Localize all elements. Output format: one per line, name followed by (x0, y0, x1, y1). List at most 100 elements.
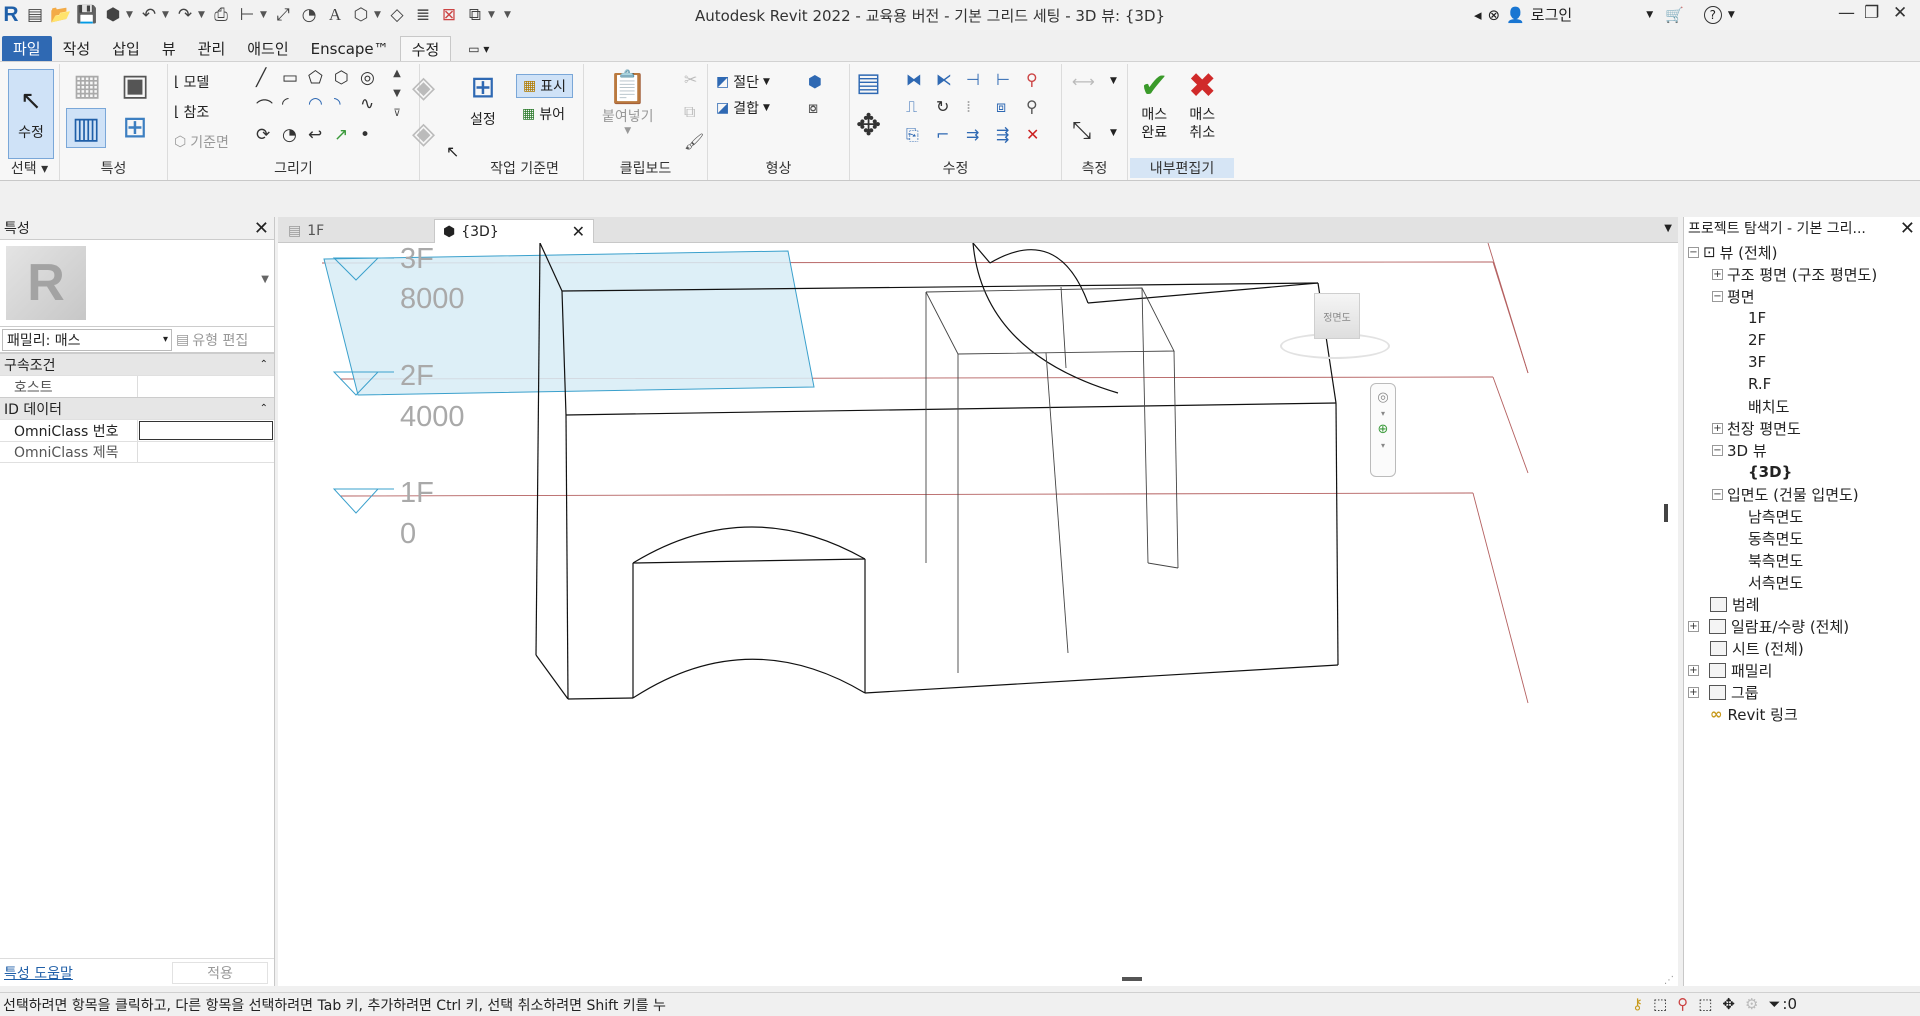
model-text-icon[interactable]: ◈ (412, 70, 435, 105)
delete-icon[interactable]: ✕ (1026, 125, 1052, 145)
binoculars-icon[interactable]: ⊗ (1488, 6, 1501, 24)
filter-icon[interactable]: ⏷ (1768, 995, 1780, 1013)
reference-button[interactable]: ⌊ 참조 (174, 102, 209, 122)
line-tool-icon[interactable]: ╱ (256, 68, 278, 88)
properties-close-icon[interactable]: ✕ (254, 218, 269, 239)
properties-help-link[interactable]: 특성 도움말 (4, 963, 73, 983)
level-3f-name[interactable]: 3F (400, 243, 434, 275)
close-hidden-windows-icon[interactable]: ⊠ (436, 3, 462, 27)
tangent-arc-icon[interactable]: ◠ (308, 94, 330, 119)
level-1f-elevation[interactable]: 0 (400, 518, 416, 550)
trim-extend-single-icon[interactable]: ⇉ (966, 125, 992, 145)
collapse-icon[interactable]: − (1712, 444, 1723, 456)
tab-insert[interactable]: 삽입 (101, 36, 151, 61)
draw-gallery-expand-icon[interactable]: ⊽ (393, 108, 400, 119)
tree-item-plan-1f[interactable]: 1F (1684, 307, 1920, 329)
measure-qat-icon[interactable]: ⊢ (234, 3, 260, 27)
tree-item-3d-default[interactable]: {3D} (1684, 461, 1920, 483)
undo-icon[interactable]: ↶ (136, 3, 162, 27)
measure-dropdown-icon[interactable]: ▼ (1110, 76, 1117, 86)
tree-node-sheets[interactable]: 시트 (전체) (1684, 637, 1920, 659)
mirror-draw-icon[interactable]: ⧔ (936, 70, 962, 89)
pick-lines-icon[interactable]: ↩ (308, 125, 330, 145)
drag-elements-icon[interactable]: ✥ (1722, 995, 1735, 1013)
rotate-icon[interactable]: ↻ (936, 97, 962, 117)
mirror-axis-icon[interactable]: ⧓ (906, 70, 932, 89)
tag-icon[interactable]: ◔ (296, 3, 322, 27)
measure-dropdown[interactable]: ▼ (260, 3, 270, 27)
open-icon[interactable]: 📂 (48, 3, 74, 27)
arc-start-end-icon[interactable]: ⌒ (256, 94, 278, 119)
login-dropdown[interactable]: ▼ (1646, 10, 1653, 20)
user-icon[interactable]: 👤 (1506, 6, 1525, 24)
login-label[interactable]: 로그인 (1531, 4, 1572, 25)
tree-item-plan-rf[interactable]: R.F (1684, 373, 1920, 395)
expand-icon[interactable]: + (1712, 422, 1723, 434)
align-icon[interactable]: ▤ (856, 68, 881, 98)
thin-lines-icon[interactable]: ≣ (410, 3, 436, 27)
draw-gallery-down-icon[interactable]: ▼ (393, 88, 401, 99)
rectangle-tool-icon[interactable]: ▭ (282, 68, 304, 88)
constraints-section[interactable]: 구속조건 ⌃ (0, 353, 274, 375)
draw-gallery-up-icon[interactable]: ▲ (393, 68, 401, 79)
select-by-face-icon[interactable]: ⬚ (1698, 995, 1712, 1013)
redo-icon[interactable]: ↷ (172, 3, 198, 27)
trim-extend-corner-icon[interactable]: ⌐ (936, 125, 962, 145)
tab-addins[interactable]: 애드인 (236, 36, 299, 61)
level-3f-elevation[interactable]: 8000 (400, 283, 465, 315)
join-dropdown-icon[interactable]: ▼ (763, 103, 770, 113)
level-1f-name[interactable]: 1F (400, 477, 434, 509)
array-icon[interactable]: ⁞ (966, 97, 992, 117)
tree-node-views-all[interactable]: − ⊡ 뷰 (전체) (1684, 241, 1920, 263)
partial-ellipse-icon[interactable]: ◔ (282, 125, 304, 145)
minimize-icon[interactable]: — (1838, 3, 1855, 23)
drawing-canvas[interactable]: 3F 8000 2F 4000 1F 0 정면도 ◎ ▾ ⊕ ▾ ⋰ (278, 243, 1678, 986)
tree-item-site-plan[interactable]: 배치도 (1684, 395, 1920, 417)
expand-icon[interactable]: + (1688, 664, 1699, 676)
steering-wheel-icon[interactable]: ◎ (1377, 390, 1388, 405)
zoom-region-icon[interactable]: ⊕ (1378, 422, 1389, 437)
tree-item-elevation-west[interactable]: 서측면도 (1684, 571, 1920, 593)
tab-create[interactable]: 작성 (52, 36, 102, 61)
circle-tool-icon[interactable]: ◎ (360, 68, 382, 88)
horizontal-scrollbar-thumb[interactable] (1122, 977, 1142, 981)
circumscribed-polygon-icon[interactable]: ⬡ (334, 68, 356, 88)
split-gap-icon[interactable]: ⊢ (996, 70, 1022, 89)
print-icon[interactable]: ⎙ (208, 3, 234, 27)
cut-icon[interactable]: ✂ (684, 70, 697, 89)
tab-manage[interactable]: 관리 (187, 36, 237, 61)
dimension-dropdown-icon[interactable]: ▼ (1110, 128, 1117, 138)
model-line-button[interactable]: ⌊ 모델 (174, 72, 209, 92)
point-tool-icon[interactable]: • (360, 125, 382, 145)
level-2f-name[interactable]: 2F (400, 360, 434, 392)
family-category-icon[interactable]: ⊞ (116, 108, 154, 146)
tab-file[interactable]: 파일 (2, 36, 52, 61)
zoom-dropdown-icon[interactable]: ▾ (1381, 441, 1385, 450)
background-process-icon[interactable]: ⚙ (1745, 995, 1758, 1013)
help-icon[interactable]: ? (1703, 5, 1722, 24)
cancel-mass-button[interactable]: ✖ 매스 취소 (1188, 66, 1217, 142)
tree-item-plan-2f[interactable]: 2F (1684, 329, 1920, 351)
text-icon[interactable]: A (322, 3, 348, 27)
work-plane-viewer-button[interactable]: ▦ 뷰어 (522, 104, 565, 124)
steering-wheel-dropdown-icon[interactable]: ▾ (1381, 409, 1385, 418)
tab-enscape[interactable]: Enscape™ (300, 36, 400, 61)
fillet-arc-icon[interactable]: ◝ (334, 94, 356, 119)
type-selector-dropdown-icon[interactable]: ▼ (261, 274, 269, 285)
select-links-icon[interactable]: ⚷ (1632, 995, 1643, 1013)
project-browser-close-icon[interactable]: ✕ (1900, 218, 1915, 239)
viewcube-face[interactable]: 정면도 (1314, 293, 1360, 339)
ellipse-tool-icon[interactable]: ⟳ (256, 125, 278, 145)
baseline-button[interactable]: ⬡ 기준면 (174, 132, 229, 152)
tree-node-groups[interactable]: + 그룹 (1684, 681, 1920, 703)
collapse-icon[interactable]: ⌃ (260, 403, 268, 414)
customize-qat-dropdown[interactable]: ▼ (504, 3, 514, 27)
level-2f-elevation[interactable]: 4000 (400, 401, 465, 433)
pick-face-icon[interactable]: ↗ (334, 125, 356, 145)
collapse-icon[interactable]: − (1688, 246, 1699, 258)
expand-icon[interactable]: + (1688, 620, 1699, 632)
modify-button[interactable]: ↖ 수정 (8, 69, 54, 159)
tree-node-revit-links[interactable]: ∞ Revit 링크 (1684, 703, 1920, 725)
properties-icon[interactable]: ▦ (68, 66, 106, 104)
view-tab-close-icon[interactable]: ✕ (572, 222, 585, 241)
